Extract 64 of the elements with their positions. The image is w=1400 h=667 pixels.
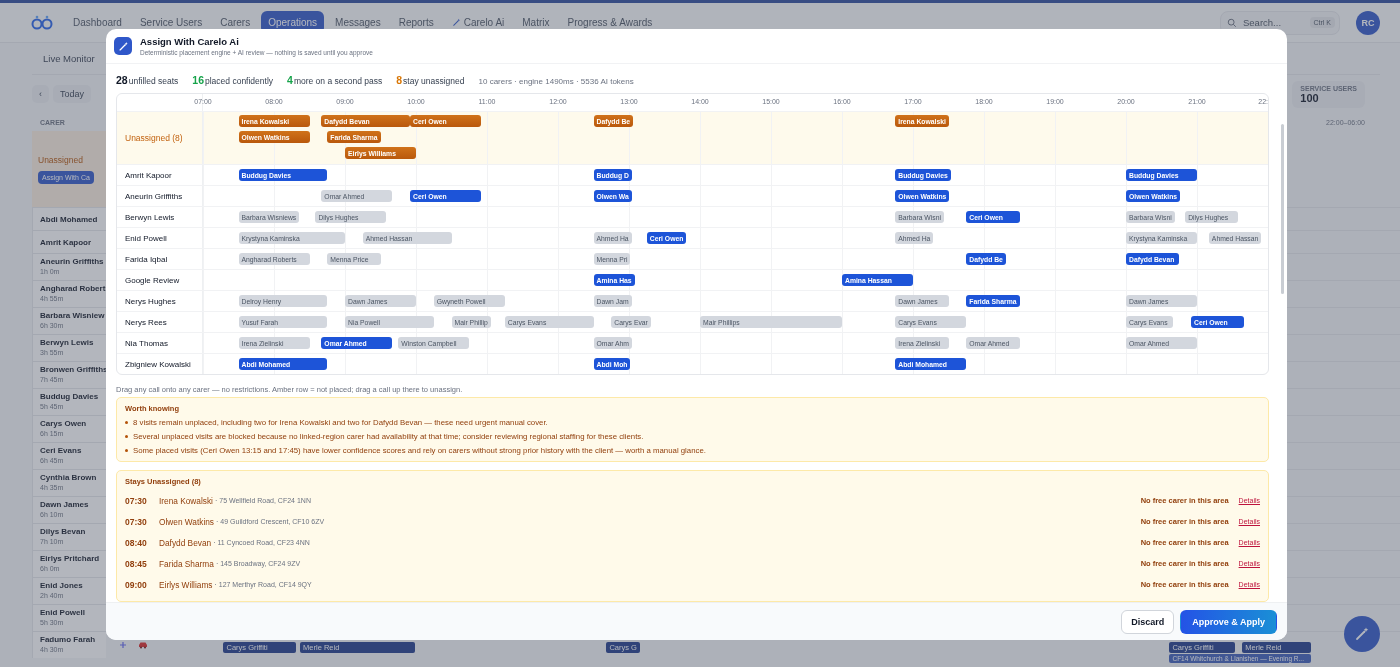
- sub-tab[interactable]: Live Monitor: [32, 49, 106, 68]
- previous-button[interactable]: ‹: [32, 85, 49, 103]
- scrollbar[interactable]: [1281, 124, 1284, 294]
- user-avatar[interactable]: RC: [1356, 10, 1380, 35]
- carer-name: Carys Owen: [40, 419, 88, 428]
- carer-name: Barbara Wisniew: [40, 311, 106, 320]
- carer-name: Fadumo Farah: [40, 635, 97, 644]
- carer-name: Abdi Mohamed: [40, 215, 99, 224]
- today-button[interactable]: Today: [53, 85, 92, 103]
- carer-name: Berwyn Lewis: [117, 207, 203, 227]
- car-icon[interactable]: [138, 640, 148, 650]
- carer-name: Nerys Hughes: [117, 291, 203, 311]
- carer-name: Amrit Kapoor: [117, 165, 203, 185]
- bullet-icon: [125, 449, 128, 452]
- carer-name: Farida Iqbal: [117, 249, 203, 269]
- wand-icon: [451, 18, 461, 27]
- carer-name: Amrit Kapoor: [40, 238, 93, 247]
- carer-name: Aneurin Griffiths: [117, 186, 203, 206]
- visit-time: 09:00: [125, 579, 148, 590]
- plus-icon[interactable]: [118, 640, 128, 650]
- nav-tab[interactable]: Carelo Ai: [444, 11, 512, 34]
- carer-name: Eirlys Pritchard: [40, 554, 101, 563]
- client-name: Farida Sharma: [159, 558, 214, 569]
- client-name: Dafydd Bevan: [159, 537, 212, 548]
- bullet-icon: [125, 435, 128, 438]
- carer-name: Aneurin Griffiths: [40, 257, 105, 266]
- stat-summary: 4more on a second pass: [287, 74, 383, 86]
- engine-summary: 10 carers · engine 1490ms · 5536 AI tokens: [478, 77, 634, 86]
- client-name: Eirlys Williams: [159, 579, 213, 590]
- approve-button[interactable]: Approve & Apply: [1180, 609, 1277, 634]
- stat-value: 100: [1300, 91, 1320, 104]
- stat-summary: 28unfilled seats: [116, 74, 179, 86]
- carer-name: Berwyn Lewis: [40, 338, 95, 347]
- carer-name: Buddug Davies: [40, 392, 100, 401]
- stat-summary: 8stay unassigned: [396, 74, 465, 86]
- carer-name: Google Review: [117, 270, 203, 290]
- carer-name: Enid Powell: [40, 608, 86, 617]
- carer-name: Enid Jones: [40, 581, 84, 590]
- visit-time: 07:30: [125, 495, 148, 506]
- carer-name: Ceri Evans: [40, 446, 83, 455]
- ai-assist-button[interactable]: [1344, 616, 1380, 652]
- visit-time: 08:40: [125, 537, 148, 548]
- carer-name: Dilys Bevan: [40, 527, 87, 536]
- unassigned-label: Unassigned: [38, 154, 84, 165]
- client-name: Olwen Watkins: [159, 516, 215, 527]
- carer-name: Nerys Rees: [117, 312, 203, 332]
- nav-tab[interactable]: Dashboard: [66, 11, 129, 34]
- visit-time: 08:45: [125, 558, 148, 569]
- visit-time: 07:30: [125, 516, 148, 527]
- carer-name: Dawn James: [40, 500, 90, 509]
- logo-icon: [30, 14, 54, 31]
- client-name: Irena Kowalski: [159, 495, 213, 506]
- discard-button[interactable]: Discard: [1121, 609, 1175, 634]
- wand-icon: [1354, 626, 1370, 642]
- carer-name: Zbigniew Kowalski: [117, 354, 203, 374]
- search-icon: [1227, 17, 1237, 28]
- dialog-title: Assign With Carelo Ai: [140, 36, 240, 47]
- carer-name: Cynthia Brown: [40, 473, 98, 482]
- carer-name: Enid Powell: [117, 228, 203, 248]
- carer-name: Bronwen Griffiths: [40, 365, 106, 374]
- bullet-icon: [125, 421, 128, 424]
- carer-name: Nia Thomas: [117, 333, 203, 353]
- stat-summary: 16placed confidently: [192, 74, 274, 86]
- carer-name: Angharad Robert: [40, 284, 106, 293]
